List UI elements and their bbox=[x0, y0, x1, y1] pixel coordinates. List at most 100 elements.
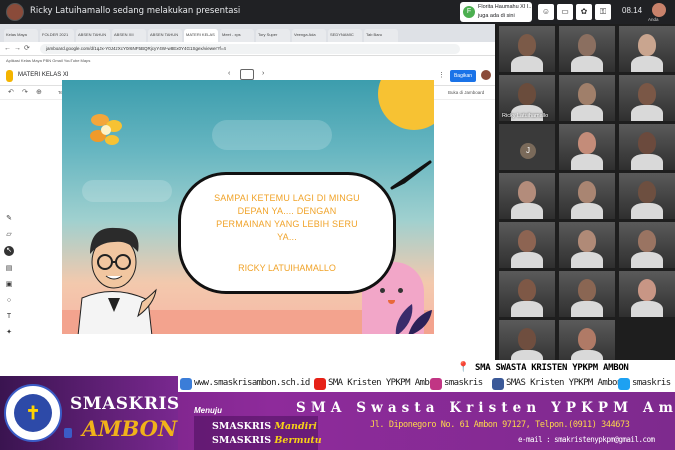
bubble-line: PERMAINAN YANG LEBIH SERU bbox=[216, 219, 358, 229]
participant-face bbox=[578, 34, 596, 56]
leaf-icon bbox=[395, 304, 432, 334]
participant-face bbox=[578, 230, 596, 252]
browser-tab[interactable]: ABSEN TAHUN bbox=[76, 29, 110, 42]
participant-face bbox=[578, 181, 596, 203]
participant-tile[interactable] bbox=[559, 173, 615, 219]
zoom-icon[interactable]: ⊕ bbox=[36, 88, 42, 96]
browser-tab[interactable]: ABSEN TAHUN bbox=[148, 29, 182, 42]
meet-toolbar: ☺ ▭ ✿ ⚿ bbox=[538, 4, 611, 20]
participant-tile[interactable] bbox=[619, 26, 675, 72]
chat-notification[interactable]: F Florita Haumahu XI I... juga ada di si… bbox=[460, 2, 533, 22]
participant-tile[interactable] bbox=[619, 222, 675, 268]
participant-face bbox=[578, 328, 596, 350]
textbox-icon[interactable]: T bbox=[4, 312, 14, 322]
brand-line2: AMBON bbox=[82, 416, 178, 441]
more-icon[interactable]: ⋮ bbox=[438, 71, 445, 79]
cross-icon: ✝ bbox=[14, 394, 52, 432]
shield-icon bbox=[64, 428, 72, 438]
menuju-label: Menuju bbox=[194, 406, 222, 415]
social-strip: www.smaskrisambon.sch.id SMA Kristen YPK… bbox=[178, 376, 675, 392]
browser-tab[interactable]: SEDYNAMIC bbox=[328, 29, 362, 42]
participant-body bbox=[631, 154, 663, 170]
next-frame-icon[interactable]: › bbox=[262, 70, 264, 77]
laser-icon[interactable]: ✦ bbox=[4, 328, 14, 338]
browser-tab[interactable]: Tory Super bbox=[256, 29, 290, 42]
participant-tile[interactable] bbox=[619, 124, 675, 170]
participant-face bbox=[638, 230, 656, 252]
participant-tile[interactable] bbox=[619, 271, 675, 317]
people-icon[interactable]: ☺ bbox=[538, 4, 554, 20]
cloud-shape bbox=[212, 120, 332, 150]
youtube-link[interactable]: SMA Kristen YPKPM Ambon bbox=[328, 378, 439, 388]
frame-bar-icon[interactable] bbox=[240, 69, 254, 80]
participant-tile[interactable]: Ricky Latuihamallo bbox=[499, 75, 555, 121]
browser-tab[interactable]: MATERI KELAS bbox=[184, 29, 218, 42]
participant-body bbox=[631, 56, 663, 72]
pen-icon[interactable]: ✎ bbox=[4, 214, 14, 224]
self-avatar bbox=[652, 3, 666, 17]
user-avatar[interactable] bbox=[481, 70, 491, 80]
prev-frame-icon[interactable]: ‹ bbox=[228, 70, 230, 77]
url-input[interactable]: jamboard.google.com/d/1qJx-Y0J4zXcY0r6NF… bbox=[40, 44, 460, 54]
slide-canvas[interactable]: SAMPAI KETEMU LAGI DI MINGU DEPAN YA....… bbox=[62, 80, 434, 334]
redo-icon[interactable]: ↷ bbox=[22, 88, 28, 96]
participant-grid: Ricky Latuihamallo J bbox=[497, 24, 675, 366]
bubble-line: YA... bbox=[277, 232, 297, 242]
participant-face bbox=[518, 279, 536, 301]
website-link[interactable]: www.smaskrisambon.sch.id bbox=[194, 378, 310, 388]
circle-icon[interactable]: ○ bbox=[4, 296, 14, 306]
lock-icon[interactable]: ⚿ bbox=[595, 4, 611, 20]
participant-tile[interactable] bbox=[559, 271, 615, 317]
participant-tile[interactable] bbox=[619, 173, 675, 219]
browser-tab[interactable]: ABSEN XII bbox=[112, 29, 146, 42]
select-icon[interactable]: ↖ bbox=[4, 246, 14, 256]
participant-tile[interactable] bbox=[619, 75, 675, 121]
slogan-1: SMASKRIS Mandiri bbox=[212, 421, 317, 432]
address-bar: ←→⟳ jamboard.google.com/d/1qJx-Y0J4zXcY0… bbox=[0, 42, 495, 56]
participant-body bbox=[571, 56, 603, 72]
bubble-line: DEPAN YA.... DENGAN bbox=[237, 206, 337, 216]
participant-face bbox=[518, 230, 536, 252]
nav-buttons[interactable]: ←→⟳ bbox=[4, 44, 33, 52]
participant-body bbox=[631, 105, 663, 121]
flower-icon bbox=[90, 114, 122, 145]
sticky-note-icon[interactable]: ▤ bbox=[4, 264, 14, 274]
undo-icon[interactable]: ↶ bbox=[8, 88, 14, 96]
browser-tab[interactable]: Tab Baru bbox=[364, 29, 398, 42]
brand-line1: SMASKRIS bbox=[70, 394, 180, 414]
browser-tab[interactable]: Kelas Maya bbox=[4, 29, 38, 42]
participant-tile[interactable] bbox=[499, 271, 555, 317]
twitter-link[interactable]: smaskris bbox=[632, 378, 671, 388]
participant-tile[interactable]: J bbox=[499, 124, 555, 170]
clock: 08.14 bbox=[622, 6, 643, 15]
participant-tile[interactable] bbox=[559, 222, 615, 268]
facebook-link[interactable]: SMAS Kristen YPKPM Ambon bbox=[506, 378, 622, 388]
participant-tile[interactable] bbox=[559, 26, 615, 72]
participant-face bbox=[638, 181, 656, 203]
facebook-icon bbox=[492, 378, 504, 390]
participant-tile[interactable] bbox=[559, 75, 615, 121]
activities-icon[interactable]: ✿ bbox=[576, 4, 592, 20]
teacher-avatar-illustration bbox=[77, 227, 157, 334]
share-button[interactable]: Bagikan bbox=[450, 70, 476, 82]
participant-face bbox=[638, 83, 656, 105]
eraser-icon[interactable]: ▱ bbox=[4, 230, 14, 240]
speech-bubble: SAMPAI KETEMU LAGI DI MINGU DEPAN YA....… bbox=[178, 172, 396, 294]
participant-name: Ricky Latuihamallo bbox=[502, 113, 549, 119]
chat-icon[interactable]: ▭ bbox=[557, 4, 573, 20]
jam-title[interactable]: MATERI KELAS XI bbox=[18, 72, 69, 78]
participant-body bbox=[631, 301, 663, 317]
browser-tab[interactable]: Veenga Ada bbox=[292, 29, 326, 42]
browser-tab[interactable]: Meet - xps bbox=[220, 29, 254, 42]
participant-tile[interactable] bbox=[499, 26, 555, 72]
image-icon[interactable]: ▣ bbox=[4, 280, 14, 290]
participant-body bbox=[511, 203, 543, 219]
browser-tab[interactable]: FOLDER 2021 bbox=[40, 29, 74, 42]
open-jamboard-button[interactable]: Buka di Jamboard bbox=[448, 90, 484, 95]
participant-tile[interactable] bbox=[559, 124, 615, 170]
instagram-link[interactable]: smaskris bbox=[444, 378, 483, 388]
jamboard-logo-icon bbox=[6, 70, 13, 82]
participant-tile[interactable] bbox=[499, 222, 555, 268]
participant-tile[interactable] bbox=[499, 173, 555, 219]
school-logo: ✝ bbox=[4, 384, 62, 442]
